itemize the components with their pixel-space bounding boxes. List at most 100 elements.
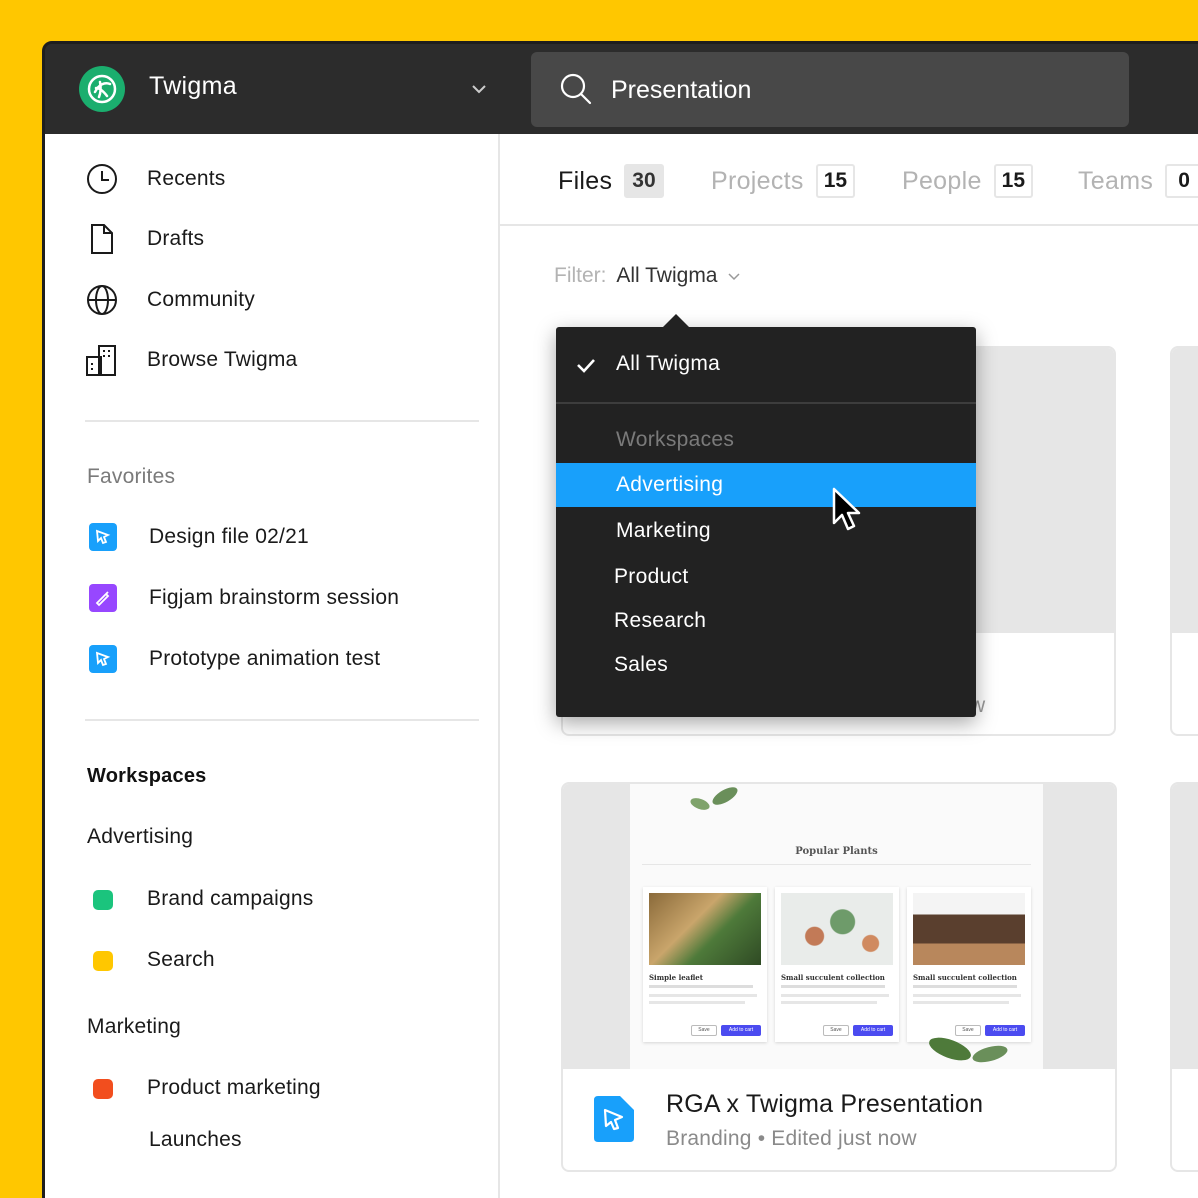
tab-count: 15 — [815, 164, 856, 198]
product-image — [649, 893, 761, 965]
tab-label: Projects — [711, 166, 804, 195]
product-name: Small succulent collection — [781, 973, 885, 982]
workspace-group-advertising[interactable]: Advertising — [87, 825, 193, 849]
team-label: Launches — [149, 1128, 242, 1151]
sidebar-item-community[interactable]: Community — [85, 280, 255, 320]
checkmark-icon — [577, 359, 595, 373]
chevron-down-icon — [728, 273, 740, 281]
leaf-decoration-icon — [690, 787, 738, 810]
tab-teams[interactable]: Teams 0 — [1078, 164, 1198, 198]
workspace-group-marketing[interactable]: Marketing — [87, 1015, 181, 1039]
save-button: Save — [823, 1025, 849, 1036]
sidebar-item-browse[interactable]: Browse Twigma — [85, 340, 297, 380]
tab-files[interactable]: Files 30 — [558, 164, 664, 198]
add-to-cart-button: Add to cart — [721, 1025, 761, 1036]
team-color-swatch — [93, 1079, 113, 1099]
tab-count: 30 — [624, 164, 664, 198]
menu-item-advertising[interactable]: Advertising — [556, 463, 976, 507]
filter-value: All Twigma — [616, 264, 718, 287]
workspace-name[interactable]: Twigma — [149, 72, 237, 101]
sidebar-item-label: Recents — [147, 167, 226, 190]
file-thumbnail — [1172, 348, 1198, 633]
file-thumbnail: Popular Plants Simple leaflet Save Add t… — [563, 784, 1115, 1069]
tab-label: People — [902, 166, 982, 195]
menu-item-label: Research — [614, 609, 707, 632]
text-line — [913, 1001, 1009, 1004]
building-icon — [85, 343, 119, 377]
sidebar-item-drafts[interactable]: Drafts — [85, 219, 204, 259]
product-image — [781, 893, 893, 965]
menu-item-label: Advertising — [616, 473, 724, 496]
filter-label: Filter: — [554, 264, 607, 287]
favorite-label: Design file 02/21 — [149, 525, 309, 548]
favorite-label: Prototype animation test — [149, 647, 381, 670]
menu-divider — [556, 402, 976, 404]
globe-icon — [85, 283, 119, 317]
mouse-pointer-icon — [832, 487, 861, 531]
menu-item-label: All Twigma — [616, 352, 721, 375]
text-line — [781, 994, 889, 997]
menu-item-marketing[interactable]: Marketing — [556, 509, 976, 553]
sidebar-item-label: Community — [147, 288, 255, 311]
sidebar-item-label: Browse Twigma — [147, 348, 298, 371]
file-card[interactable] — [1170, 346, 1198, 736]
team-label: Search — [147, 948, 215, 971]
menu-item-research[interactable]: Research — [556, 599, 976, 643]
menu-item-product[interactable]: Product — [556, 555, 976, 599]
design-file-icon — [89, 523, 117, 551]
product-card: Small succulent collection Save Add to c… — [775, 887, 899, 1042]
tab-count: 15 — [993, 164, 1034, 198]
favorite-label: Figjam brainstorm session — [149, 586, 400, 609]
design-file-icon — [89, 645, 117, 673]
file-card[interactable]: Popular Plants Simple leaflet Save Add t… — [561, 782, 1117, 1172]
product-name: Small succulent collection — [913, 973, 1017, 982]
sidebar-divider — [85, 719, 479, 721]
preview-page: Popular Plants Simple leaflet Save Add t… — [630, 784, 1043, 1069]
text-line — [649, 994, 757, 997]
preview-divider — [642, 864, 1031, 865]
main-content: Files 30 Projects 15 People 15 Teams 0 F… — [500, 134, 1198, 1198]
sidebar-divider — [85, 420, 479, 422]
team-label: Product marketing — [147, 1076, 321, 1099]
results-tabs: Files 30 Projects 15 People 15 Teams 0 — [500, 134, 1198, 226]
chevron-down-icon[interactable] — [470, 80, 488, 98]
file-icon — [85, 222, 119, 256]
tab-count: 0 — [1165, 164, 1198, 198]
clock-icon — [85, 162, 119, 196]
menu-item-sales[interactable]: Sales — [556, 643, 976, 687]
filter-dropdown[interactable]: Filter: All Twigma — [554, 264, 741, 288]
search-input[interactable] — [611, 72, 1091, 108]
product-image — [913, 893, 1025, 965]
file-title: RGA x Twigma Presentation — [666, 1090, 984, 1118]
workspace-filter-menu: All Twigma Workspaces Advertising Market… — [556, 314, 976, 717]
team-label: Brand campaigns — [147, 887, 314, 910]
file-card[interactable] — [1170, 782, 1198, 1172]
sidebar-item-recents[interactable]: Recents — [85, 159, 225, 199]
text-line — [649, 1001, 745, 1004]
file-subtitle: Branding • Edited just now — [666, 1127, 917, 1150]
menu-section-header: Workspaces — [616, 428, 735, 451]
top-bar: Twigma — [45, 44, 1198, 134]
app-window: Twigma Recents Drafts — [42, 41, 1198, 1198]
team-color-swatch — [93, 890, 113, 910]
menu-item-label: Marketing — [616, 519, 711, 542]
product-name: Simple leaflet — [649, 973, 703, 982]
text-line — [781, 1001, 877, 1004]
search-icon — [560, 73, 592, 105]
text-line — [649, 985, 753, 988]
menu-item-all-twigma[interactable]: All Twigma — [556, 342, 976, 386]
menu-item-label: Product — [614, 565, 689, 588]
text-line — [913, 994, 1021, 997]
product-card: Simple leaflet Save Add to cart — [643, 887, 767, 1042]
save-button: Save — [691, 1025, 717, 1036]
add-to-cart-button: Add to cart — [853, 1025, 893, 1036]
search-bar[interactable] — [531, 52, 1129, 127]
twigma-logo-icon[interactable] — [79, 66, 125, 112]
design-file-icon — [594, 1096, 634, 1142]
tab-label: Files — [558, 166, 613, 195]
tab-projects[interactable]: Projects 15 — [711, 164, 856, 198]
workspaces-heading: Workspaces — [87, 765, 207, 787]
tab-people[interactable]: People 15 — [902, 164, 1034, 198]
menu-caret — [662, 314, 690, 328]
file-thumbnail — [1172, 784, 1198, 1069]
